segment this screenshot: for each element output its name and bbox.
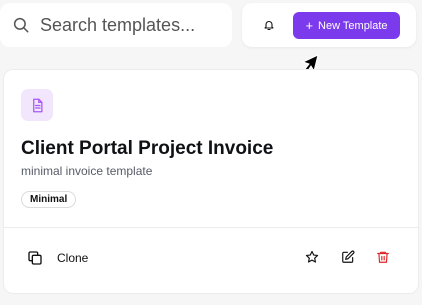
card-divider — [4, 227, 418, 228]
search-input[interactable] — [40, 14, 210, 36]
template-title: Client Portal Project Invoice — [21, 138, 274, 159]
template-gallery: + New Template Client Portal Project Inv… — [0, 0, 422, 305]
edit-icon — [342, 250, 355, 263]
notifications-button[interactable] — [259, 15, 279, 35]
template-style-tag: Minimal — [21, 191, 77, 208]
clone-button[interactable]: Clone — [27, 246, 88, 270]
template-card[interactable]: Client Portal Project Invoice minimal in… — [3, 69, 419, 294]
template-description: minimal invoice template — [21, 164, 153, 178]
search-bar[interactable] — [0, 3, 232, 47]
search-icon — [13, 17, 29, 33]
new-template-button[interactable]: + New Template — [293, 12, 400, 39]
document-icon-badge — [21, 89, 53, 121]
delete-button[interactable] — [375, 249, 391, 265]
clone-label: Clone — [57, 251, 89, 265]
new-template-label: New Template — [318, 19, 388, 32]
document-icon — [32, 98, 42, 112]
bell-icon — [264, 21, 274, 31]
header-actions: + New Template — [242, 3, 416, 47]
plus-icon: + — [305, 18, 314, 33]
star-icon — [305, 250, 319, 263]
favorite-button[interactable] — [304, 249, 320, 265]
clone-icon — [28, 251, 42, 265]
edit-button[interactable] — [340, 249, 356, 265]
trash-icon — [377, 251, 389, 263]
